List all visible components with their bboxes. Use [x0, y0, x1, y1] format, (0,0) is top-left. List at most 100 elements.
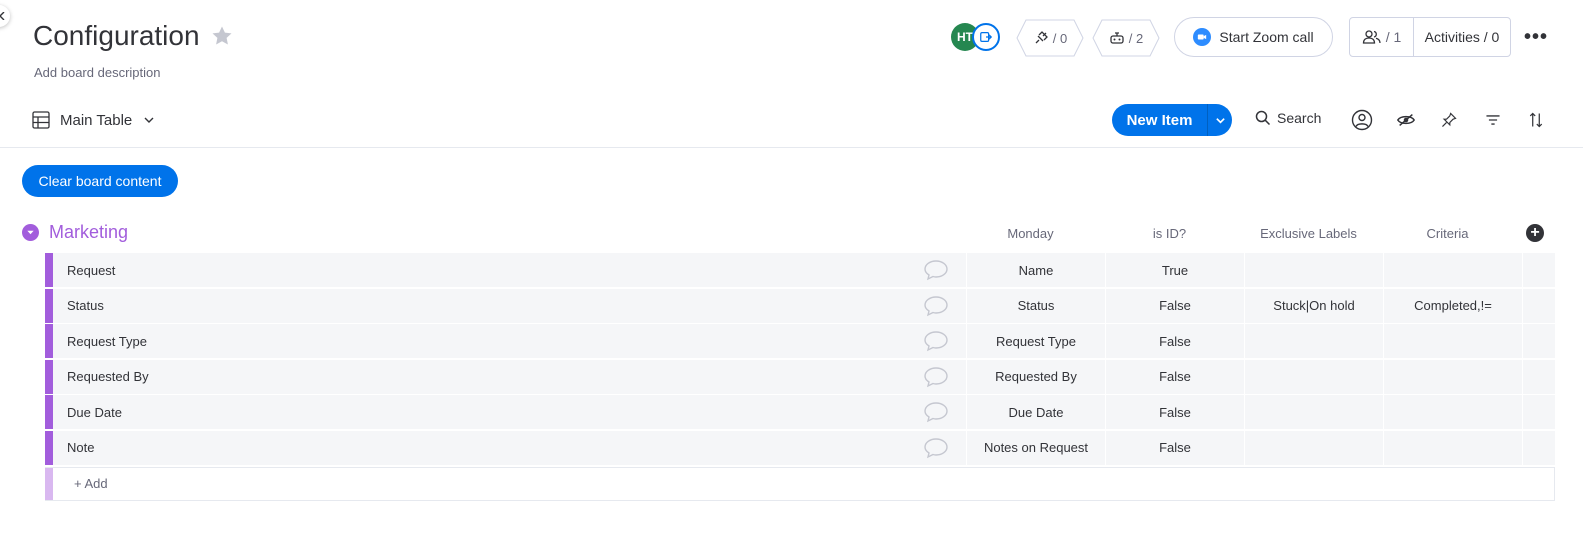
item-name[interactable]: Note: [53, 440, 906, 455]
add-item-label[interactable]: + Add: [53, 476, 108, 491]
hide-columns-button[interactable]: [1395, 109, 1417, 131]
cell-criteria[interactable]: [1383, 395, 1522, 430]
cell-exclusive-labels[interactable]: [1244, 324, 1383, 359]
chevron-down-icon: [1215, 117, 1225, 124]
cell-exclusive-labels[interactable]: [1244, 359, 1383, 394]
cell-criteria[interactable]: [1383, 359, 1522, 394]
row-color-bar: [45, 359, 53, 394]
cell-monday[interactable]: Request Type: [966, 324, 1105, 359]
item-name[interactable]: Due Date: [53, 405, 906, 420]
integrations-button[interactable]: / 0: [1016, 19, 1084, 57]
automations-count: / 2: [1128, 30, 1144, 46]
add-item-row[interactable]: + Add: [45, 466, 1555, 501]
chevron-down-icon: [144, 117, 154, 123]
new-item-button[interactable]: New Item: [1112, 104, 1232, 136]
board-description[interactable]: Add board description: [34, 65, 160, 80]
people-activities-group: / 1 Activities / 0: [1349, 17, 1511, 57]
filter-button[interactable]: [1482, 109, 1504, 131]
automations-button[interactable]: / 2: [1092, 19, 1160, 57]
star-icon[interactable]: [210, 24, 234, 48]
people-icon: [1362, 30, 1381, 44]
table-row[interactable]: Requested By Requested By False: [45, 359, 1555, 394]
board-title[interactable]: Configuration: [33, 20, 200, 52]
cell-empty: [1522, 324, 1555, 359]
cell-exclusive-labels[interactable]: [1244, 430, 1383, 465]
cell-is-id[interactable]: False: [1105, 430, 1244, 465]
comment-icon[interactable]: [906, 395, 966, 429]
item-name[interactable]: Requested By: [53, 369, 906, 384]
new-item-label[interactable]: New Item: [1112, 112, 1207, 129]
filter-icon: [1486, 115, 1500, 125]
row-color-bar: [45, 253, 53, 287]
column-header-is-id[interactable]: is ID?: [1100, 226, 1239, 241]
collapse-sidebar-button[interactable]: [0, 5, 10, 27]
cell-empty: [1522, 430, 1555, 465]
cell-monday[interactable]: Due Date: [966, 395, 1105, 430]
guest-avatar[interactable]: [972, 23, 1000, 51]
column-header-exclusive-labels[interactable]: Exclusive Labels: [1239, 226, 1378, 241]
table-row[interactable]: Status Status False Stuck|On hold Comple…: [45, 288, 1555, 323]
zoom-icon: [1193, 28, 1212, 46]
comment-icon[interactable]: [906, 360, 966, 394]
chevron-left-icon: [0, 12, 5, 20]
row-color-bar: [45, 467, 53, 500]
clear-board-content-button[interactable]: Clear board content: [22, 165, 178, 197]
pin-icon: [1442, 112, 1457, 127]
cell-monday[interactable]: Name: [966, 253, 1105, 287]
column-header-criteria[interactable]: Criteria: [1378, 226, 1517, 241]
guest-link-icon: [980, 32, 993, 42]
board-members[interactable]: HT: [951, 23, 1001, 51]
table-row[interactable]: Request Name True: [45, 253, 1555, 287]
group-title[interactable]: Marketing: [49, 222, 128, 243]
cell-is-id[interactable]: True: [1105, 253, 1244, 287]
comment-icon[interactable]: [906, 431, 966, 465]
cell-monday[interactable]: Notes on Request: [966, 430, 1105, 465]
view-selector[interactable]: Main Table: [31, 108, 155, 132]
search-icon: [1255, 110, 1271, 126]
person-filter-button[interactable]: [1351, 109, 1373, 131]
avatar-initials: HT: [957, 30, 973, 44]
new-item-dropdown[interactable]: [1208, 115, 1232, 126]
invite-people-button[interactable]: / 1: [1350, 18, 1414, 56]
cell-is-id[interactable]: False: [1105, 359, 1244, 394]
add-column-icon[interactable]: +: [1526, 224, 1544, 242]
cell-monday[interactable]: Requested By: [966, 359, 1105, 394]
integrations-count: / 0: [1052, 30, 1068, 46]
cell-criteria[interactable]: [1383, 253, 1522, 287]
cell-empty: [1522, 395, 1555, 430]
row-color-bar: [45, 430, 53, 465]
sort-button[interactable]: [1525, 109, 1547, 131]
cell-is-id[interactable]: False: [1105, 395, 1244, 430]
table-row[interactable]: Due Date Due Date False: [45, 395, 1555, 430]
table-row[interactable]: Note Notes on Request False: [45, 430, 1555, 465]
comment-icon[interactable]: [906, 324, 966, 358]
cell-criteria[interactable]: [1383, 430, 1522, 465]
integrations-icon: [1035, 31, 1048, 44]
item-name[interactable]: Request Type: [53, 334, 906, 349]
cell-criteria[interactable]: [1383, 324, 1522, 359]
cell-exclusive-labels[interactable]: [1244, 395, 1383, 430]
table-icon: [32, 111, 50, 129]
toolbar-divider: [0, 147, 1583, 148]
board-title-area: Configuration: [33, 20, 234, 52]
cell-monday[interactable]: Status: [966, 288, 1105, 323]
more-options-icon[interactable]: •••: [1524, 26, 1548, 48]
cell-exclusive-labels[interactable]: [1244, 253, 1383, 287]
column-header-monday[interactable]: Monday: [961, 226, 1100, 241]
table-row[interactable]: Request Type Request Type False: [45, 324, 1555, 359]
comment-icon[interactable]: [906, 289, 966, 323]
group-collapse-icon[interactable]: [22, 223, 39, 241]
cell-is-id[interactable]: False: [1105, 288, 1244, 323]
cell-exclusive-labels[interactable]: Stuck|On hold: [1244, 288, 1383, 323]
pin-button[interactable]: [1438, 109, 1460, 131]
item-name[interactable]: Request: [53, 263, 906, 278]
start-zoom-call-button[interactable]: Start Zoom call: [1174, 17, 1333, 57]
comment-icon[interactable]: [906, 253, 966, 287]
item-name[interactable]: Status: [53, 298, 906, 313]
cell-criteria[interactable]: Completed,!=: [1383, 288, 1522, 323]
search-button[interactable]: Search: [1255, 110, 1321, 126]
group-header: Marketing: [22, 220, 128, 244]
person-circle-icon: [1351, 109, 1373, 131]
cell-is-id[interactable]: False: [1105, 324, 1244, 359]
activities-button[interactable]: Activities / 0: [1414, 29, 1510, 45]
